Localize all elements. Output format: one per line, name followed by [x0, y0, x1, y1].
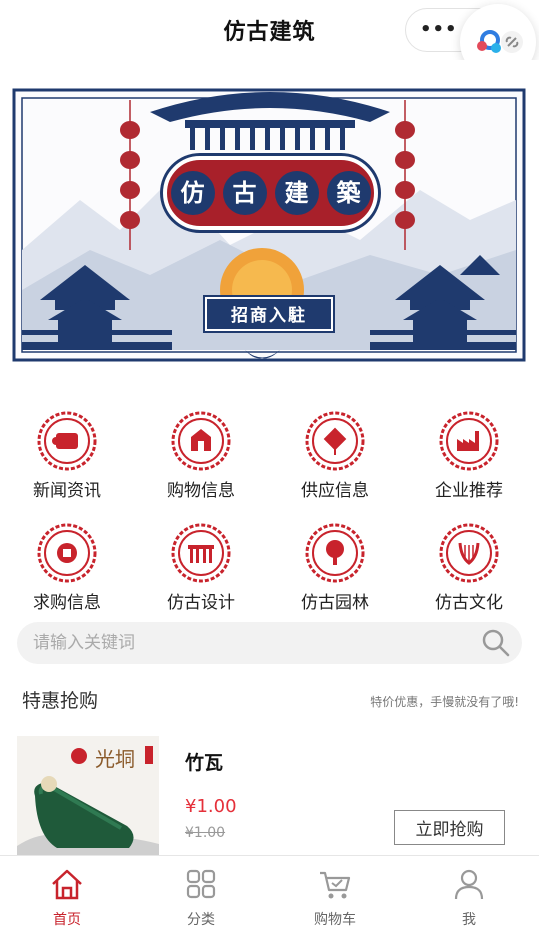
category-label: 求购信息 — [33, 593, 101, 613]
category-label: 供应信息 — [301, 481, 369, 501]
category-label: 购物信息 — [167, 481, 235, 501]
scroll-icon — [37, 411, 97, 471]
product-image: 光垌 — [17, 736, 159, 855]
coin-icon — [37, 523, 97, 583]
tree-icon — [305, 523, 365, 583]
user-icon — [454, 869, 484, 900]
tab-label: 我 — [462, 912, 476, 928]
category-garden[interactable]: 仿古园林 — [268, 507, 402, 619]
home-icon — [52, 869, 82, 900]
tab-label: 首页 — [53, 912, 81, 928]
tab-label: 购物车 — [314, 912, 356, 928]
category-news[interactable]: 新闻资讯 — [0, 395, 134, 507]
deals-section-tip: 特价优惠，手慢就没有了哦! — [370, 695, 519, 709]
category-label: 仿古文化 — [435, 593, 503, 613]
tab-home[interactable]: 首页 — [0, 856, 134, 931]
category-wanted[interactable]: 求购信息 — [0, 507, 134, 619]
category-label: 新闻资讯 — [33, 481, 101, 501]
bottom-tab-bar: 首页 分类 购物车 我 — [0, 855, 539, 931]
category-label: 仿古园林 — [301, 593, 369, 613]
product-image-text: 光垌 — [95, 747, 135, 771]
banner-title-char: 仿 — [170, 171, 215, 215]
gate-icon — [171, 523, 231, 583]
category-supply[interactable]: 供应信息 — [268, 395, 402, 507]
top-nav-bar: 仿古建筑 ••• — [0, 0, 539, 80]
tab-me[interactable]: 我 — [402, 856, 536, 931]
product-price: ¥1.00 — [185, 796, 237, 817]
tab-label: 分类 — [187, 912, 215, 928]
lyre-icon — [439, 523, 499, 583]
chinese-knot-icon — [305, 411, 365, 471]
search-icon[interactable] — [480, 627, 512, 659]
more-menu-icon[interactable]: ••• — [420, 21, 458, 39]
banner-subtitle: 招商入駐 — [205, 297, 333, 331]
cart-icon — [320, 871, 351, 899]
category-enterprise[interactable]: 企业推荐 — [402, 395, 536, 507]
category-culture[interactable]: 仿古文化 — [402, 507, 536, 619]
category-shopping[interactable]: 购物信息 — [134, 395, 268, 507]
product-original-price: ¥1.00 — [185, 825, 226, 841]
promo-banner[interactable]: 仿 古 建 築 招商入駐 — [0, 60, 539, 390]
buy-now-button[interactable]: 立即抢购 — [394, 810, 505, 845]
search-input[interactable] — [33, 622, 473, 664]
banner-title-char: 築 — [326, 171, 371, 215]
deals-section-title: 特惠抢购 — [22, 690, 99, 712]
product-name: 竹瓦 — [185, 752, 224, 774]
tab-category[interactable]: 分类 — [134, 856, 268, 931]
category-grid: 新闻资讯 购物信息 供应信息 企业推荐 求购信息 仿古设计 仿古园林 仿古文化 — [0, 395, 539, 620]
banner-title-char: 古 — [222, 171, 267, 215]
banner-title-char: 建 — [274, 171, 319, 215]
category-label: 仿古设计 — [167, 593, 235, 613]
category-label: 企业推荐 — [435, 481, 503, 501]
category-design[interactable]: 仿古设计 — [134, 507, 268, 619]
search-bar — [17, 622, 522, 664]
shopping-bag-icon — [171, 411, 231, 471]
product-card[interactable]: 光垌 竹瓦 ¥1.00 ¥1.00 立即抢购 — [0, 730, 539, 855]
grid-icon — [186, 869, 216, 899]
banner-title-plaque: 仿 古 建 築 — [163, 156, 378, 230]
tab-cart[interactable]: 购物车 — [268, 856, 402, 931]
factory-icon — [439, 411, 499, 471]
